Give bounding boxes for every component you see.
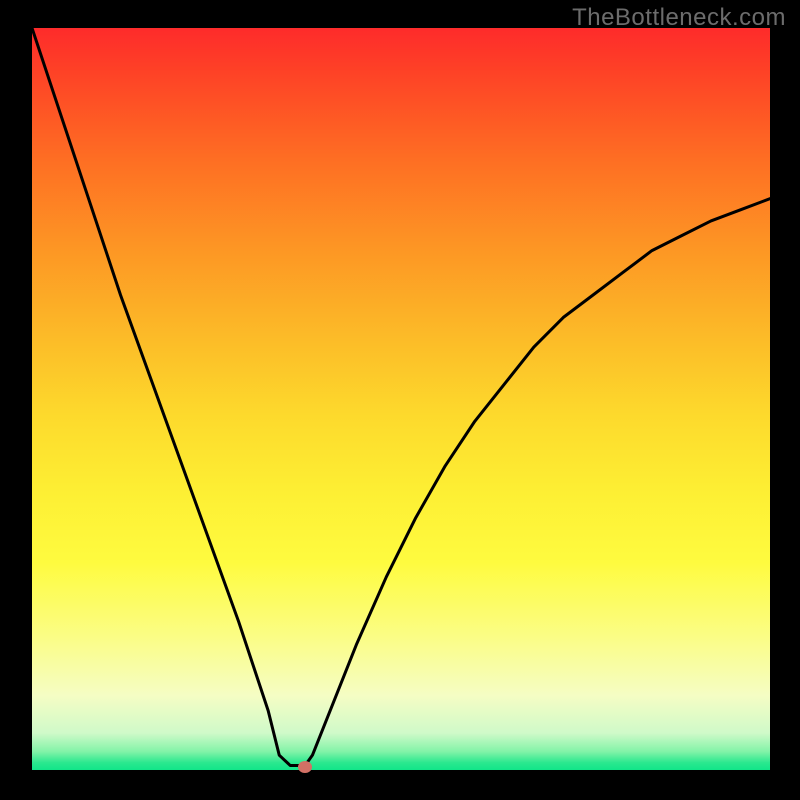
optimal-point-marker xyxy=(298,761,312,773)
bottleneck-curve xyxy=(32,28,770,770)
watermark-label: TheBottleneck.com xyxy=(572,4,786,32)
plot-area xyxy=(32,28,770,770)
chart-frame: TheBottleneck.com xyxy=(0,0,800,800)
